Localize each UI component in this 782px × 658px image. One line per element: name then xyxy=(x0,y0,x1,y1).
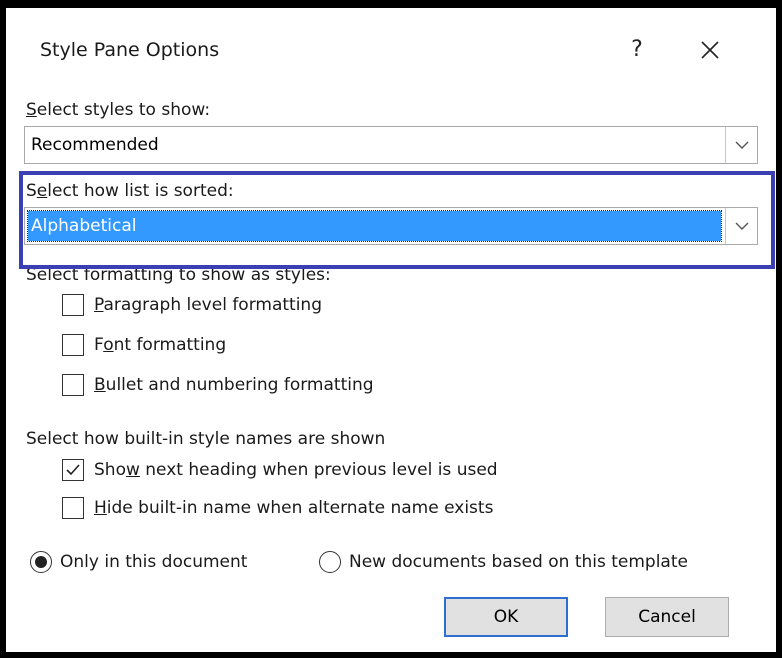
chevron-down-icon xyxy=(735,141,748,149)
builtin-names-label: Select how built-in style names are show… xyxy=(26,429,386,449)
radio-label: Only in this document xyxy=(60,552,248,572)
checkbox-label: Show next heading when previous level is… xyxy=(94,460,498,480)
checkbox[interactable] xyxy=(62,334,84,356)
styles-to-show-label: Select styles to show: xyxy=(26,100,211,120)
style-pane-options-dialog: Style Pane Options ? Select styles to sh… xyxy=(0,0,782,658)
cancel-button[interactable]: Cancel xyxy=(605,597,729,637)
checkbox-label: Font formatting xyxy=(94,335,227,355)
styles-to-show-value: Recommended xyxy=(31,135,159,155)
checkbox-checked[interactable] xyxy=(62,459,84,481)
checkbox[interactable] xyxy=(62,497,84,519)
checkbox-paragraph-formatting[interactable]: Paragraph level formatting xyxy=(62,294,322,316)
styles-to-show-dropdown[interactable]: Recommended xyxy=(24,126,758,164)
radio-dot-icon xyxy=(35,556,47,568)
checkbox-label: Bullet and numbering formatting xyxy=(94,375,374,395)
checkbox[interactable] xyxy=(62,374,84,396)
radio-button-selected[interactable] xyxy=(30,551,52,573)
checkbox-label: Paragraph level formatting xyxy=(94,295,322,315)
checkbox-font-formatting[interactable]: Font formatting xyxy=(62,334,226,356)
radio-button[interactable] xyxy=(319,551,341,573)
radio-new-documents-template[interactable]: New documents based on this template xyxy=(319,551,688,573)
checkbox-show-next-heading[interactable]: Show next heading when previous level is… xyxy=(62,459,498,481)
checkbox[interactable] xyxy=(62,294,84,316)
close-button[interactable] xyxy=(692,32,728,68)
checkmark-icon xyxy=(66,464,80,476)
ok-button[interactable]: OK xyxy=(444,597,568,637)
sort-order-dropdown[interactable]: Alphabetical xyxy=(24,207,758,245)
dropdown-arrow[interactable] xyxy=(725,208,757,244)
dropdown-arrow[interactable] xyxy=(725,127,757,163)
dialog-title: Style Pane Options xyxy=(40,39,220,61)
checkbox-label: Hide built-in name when alternate name e… xyxy=(94,498,494,518)
radio-only-this-document[interactable]: Only in this document xyxy=(30,551,247,573)
sort-order-value: Alphabetical xyxy=(27,210,722,242)
sort-order-label: Select how list is sorted: xyxy=(26,181,234,201)
radio-label: New documents based on this template xyxy=(349,552,688,572)
checkbox-hide-builtin-name[interactable]: Hide built-in name when alternate name e… xyxy=(62,497,493,519)
close-icon xyxy=(701,41,719,59)
help-button[interactable]: ? xyxy=(622,32,652,68)
checkbox-bullet-numbering-formatting[interactable]: Bullet and numbering formatting xyxy=(62,374,374,396)
chevron-down-icon xyxy=(735,222,748,230)
